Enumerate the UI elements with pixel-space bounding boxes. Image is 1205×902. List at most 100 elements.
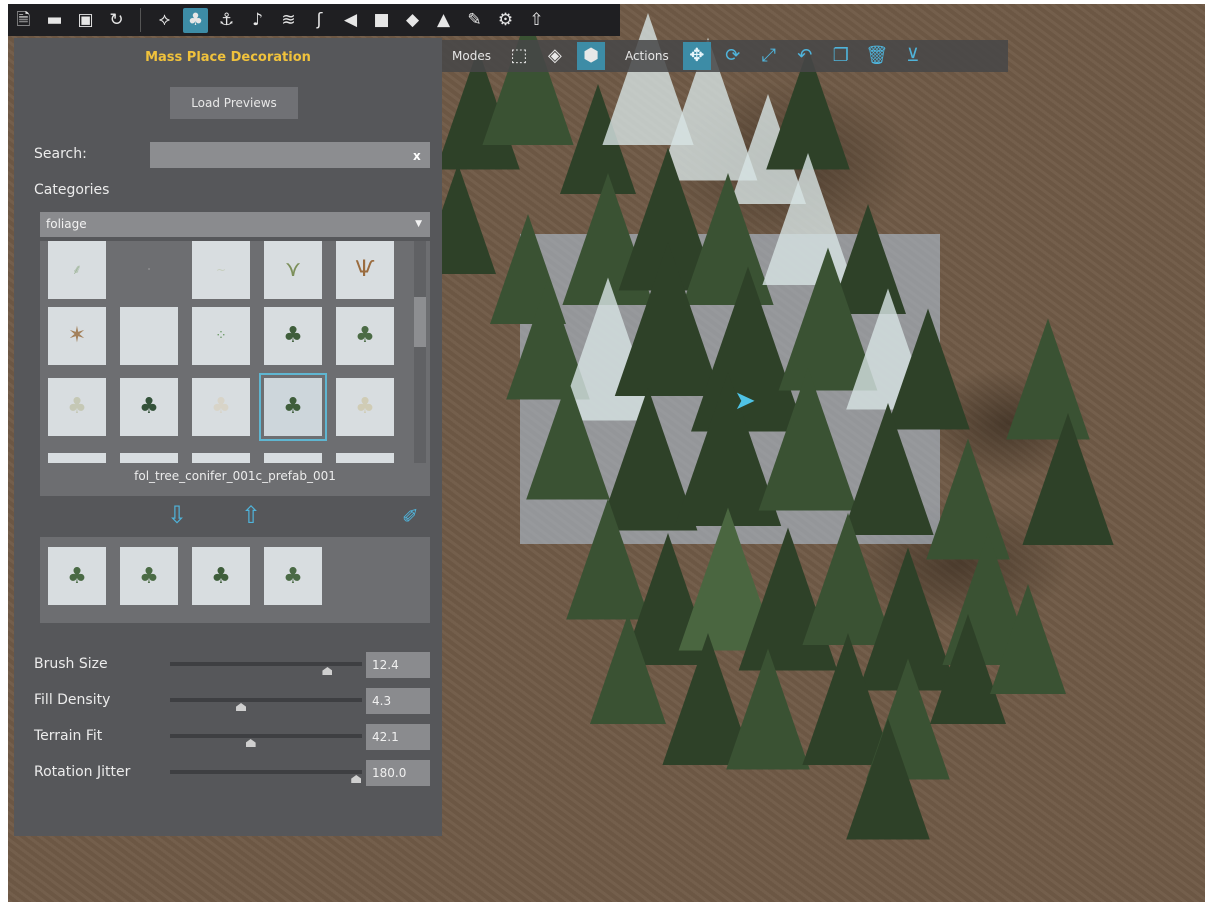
viewport-toolbar: Modes ⬚ ◈ ⬢ Actions ✥ ⟳ ⤢ ↶ ❐ 🗑 ⊻: [442, 40, 1008, 72]
object-mode-icon[interactable]: ⬢: [576, 42, 605, 70]
asset-thumb-blank[interactable]: [120, 307, 178, 365]
undo-icon[interactable]: ↶: [791, 42, 819, 70]
slider-track[interactable]: [170, 698, 362, 702]
mass-place-panel: Mass Place Decoration Load Previews Sear…: [14, 38, 442, 836]
asset-thumb-tree-a[interactable]: ♣: [264, 307, 322, 365]
categories-label: Categories: [34, 182, 110, 198]
sound-icon[interactable]: ◀: [338, 8, 363, 33]
selected-asset-2[interactable]: ♣: [120, 547, 178, 605]
search-clear-button[interactable]: x: [413, 149, 421, 163]
asset-thumb-tree-white[interactable]: ♣: [192, 378, 250, 436]
slider-brush-size: Brush Size 12.4: [14, 652, 442, 682]
slider-handle[interactable]: [351, 775, 362, 783]
asset-thumb-weed[interactable]: ⸙: [48, 241, 106, 299]
asset-grid: ⸙ · ~ ⋎ Ѱ ✶ ⁘ ♣ ♣ ♣ ♣ ♣ ♣ ♣: [40, 241, 410, 463]
selected-assets-box: ♣ ♣ ♣ ♣: [40, 537, 430, 623]
asset-thumb-row4-2[interactable]: [120, 453, 178, 463]
selected-asset-3[interactable]: ♣: [192, 547, 250, 605]
asset-thumb-row4-1[interactable]: [48, 453, 106, 463]
slider-handle[interactable]: [322, 667, 333, 675]
cursor-icon: ➤: [734, 386, 756, 416]
asset-thumb-dry-bush[interactable]: Ѱ: [336, 241, 394, 299]
category-value: foliage: [46, 217, 87, 231]
upload-icon[interactable]: ⇧: [524, 8, 549, 33]
asset-thumb-selected[interactable]: ♣: [259, 373, 327, 441]
camera-icon[interactable]: ■: [369, 8, 394, 33]
panel-title: Mass Place Decoration: [145, 50, 311, 65]
duplicate-icon[interactable]: ❐: [827, 42, 855, 70]
select-icon[interactable]: ⬚: [505, 42, 533, 70]
slider-label: Fill Density: [34, 692, 111, 708]
slider-rotation-jitter: Rotation Jitter 180.0: [14, 760, 442, 790]
grid-scrollbar-thumb[interactable]: [414, 297, 426, 347]
tree-44: [846, 718, 930, 840]
wrench-icon[interactable]: ✎: [462, 8, 487, 33]
settings-icon[interactable]: ⚙: [493, 8, 518, 33]
slider-label: Terrain Fit: [34, 728, 103, 744]
delete-icon[interactable]: 🗑: [863, 42, 891, 70]
slider-track[interactable]: [170, 770, 362, 774]
search-label: Search:: [34, 146, 87, 162]
category-dropdown[interactable]: foliage ▼: [40, 212, 430, 237]
modes-label: Modes: [452, 49, 491, 63]
audio-icon[interactable]: ♪: [245, 8, 270, 33]
new-file-icon[interactable]: 🗎: [11, 8, 36, 33]
load-previews-button[interactable]: Load Previews: [170, 87, 298, 119]
save-icon[interactable]: ▣: [73, 8, 98, 33]
slider-value-field[interactable]: 12.4: [366, 652, 430, 678]
asset-thumb-dry-grass[interactable]: ✶: [48, 307, 106, 365]
snap-to-ground-icon[interactable]: ⊻: [899, 42, 927, 70]
asset-thumb-tree-light[interactable]: ♣: [336, 378, 394, 436]
paint-icon[interactable]: ▲: [431, 8, 456, 33]
slider-track[interactable]: [170, 734, 362, 738]
scale-icon[interactable]: ⤢: [755, 42, 783, 70]
grid-scrollbar-track[interactable]: [414, 241, 426, 463]
remove-from-selection-arrow-icon[interactable]: ⇧: [241, 503, 261, 527]
tree-39: [726, 648, 810, 770]
brush-icon[interactable]: ✐: [402, 506, 419, 526]
asset-thumb-tree-pale[interactable]: ♣: [48, 378, 106, 436]
reload-icon[interactable]: ↻: [104, 8, 129, 33]
selected-asset-4[interactable]: ♣: [264, 547, 322, 605]
tree-29: [1022, 413, 1114, 545]
asset-grid-box: ⸙ · ~ ⋎ Ѱ ✶ ⁘ ♣ ♣ ♣ ♣ ♣ ♣ ♣ fol_tree_con…: [40, 241, 430, 496]
sculpt-icon[interactable]: ◆: [400, 8, 425, 33]
asset-thumb-row4-4[interactable]: [264, 453, 322, 463]
chevron-down-icon: ▼: [415, 219, 422, 229]
anchor-icon[interactable]: ⚓: [214, 8, 239, 33]
asset-thumb-tree-c[interactable]: ♣: [120, 378, 178, 436]
selected-asset-1[interactable]: ♣: [48, 547, 106, 605]
add-to-selection-arrow-icon[interactable]: ⇩: [167, 503, 187, 527]
rotate-icon[interactable]: ⟳: [719, 42, 747, 70]
asset-thumb-empty[interactable]: ·: [120, 241, 178, 299]
slider-terrain-fit: Terrain Fit 42.1: [14, 724, 442, 754]
open-folder-icon[interactable]: ▬: [42, 8, 67, 33]
road-icon[interactable]: ʃ: [307, 8, 332, 33]
slider-label: Brush Size: [34, 656, 108, 672]
river-icon[interactable]: ≋: [276, 8, 301, 33]
asset-thumb-grass-flat[interactable]: ~: [192, 241, 250, 299]
slider-handle[interactable]: [236, 703, 247, 711]
asset-thumb-row4-3[interactable]: [192, 453, 250, 463]
asset-thumb-leaves[interactable]: ⁘: [192, 307, 250, 365]
slider-value-field[interactable]: 180.0: [366, 760, 430, 786]
terrain-icon[interactable]: ⟡: [152, 8, 177, 33]
slider-fill-density: Fill Density 4.3: [14, 688, 442, 718]
asset-thumb-grass-tuft[interactable]: ⋎: [264, 241, 322, 299]
selected-asset-name: fol_tree_conifer_001c_prefab_001: [134, 469, 336, 483]
slider-value-field[interactable]: 4.3: [366, 688, 430, 714]
slider-label: Rotation Jitter: [34, 764, 131, 780]
terrain-mode-icon[interactable]: ◈: [541, 42, 569, 70]
slider-value-field[interactable]: 42.1: [366, 724, 430, 750]
slider-handle[interactable]: [245, 739, 256, 747]
main-toolbar: 🗎 ▬ ▣ ↻ ⟡ ♣ ⚓ ♪ ≋ ʃ ◀ ■ ◆ ▲ ✎ ⚙ ⇧: [8, 4, 620, 36]
slider-track[interactable]: [170, 662, 362, 666]
asset-thumb-row4-5[interactable]: [336, 453, 394, 463]
search-input[interactable]: [150, 142, 430, 168]
asset-thumb-tree-b[interactable]: ♣: [336, 307, 394, 365]
tree-22: [526, 378, 610, 500]
trees-icon[interactable]: ♣: [183, 7, 208, 33]
actions-label: Actions: [624, 49, 669, 63]
move-icon[interactable]: ✥: [682, 42, 711, 70]
toolbar-divider: [140, 8, 141, 32]
